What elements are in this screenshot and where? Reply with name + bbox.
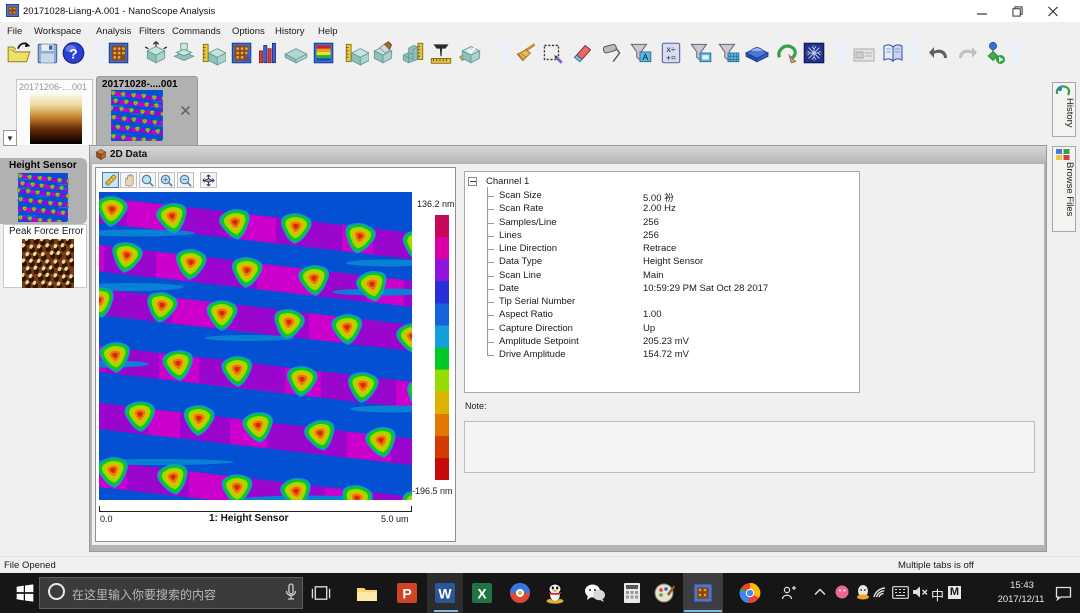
svg-text:W: W	[438, 586, 452, 602]
svg-text:+=: +=	[666, 53, 676, 63]
svg-text:P: P	[402, 586, 411, 602]
svg-text:X: X	[477, 586, 487, 602]
svg-text:A: A	[643, 52, 649, 62]
svg-text:?: ?	[69, 45, 78, 61]
